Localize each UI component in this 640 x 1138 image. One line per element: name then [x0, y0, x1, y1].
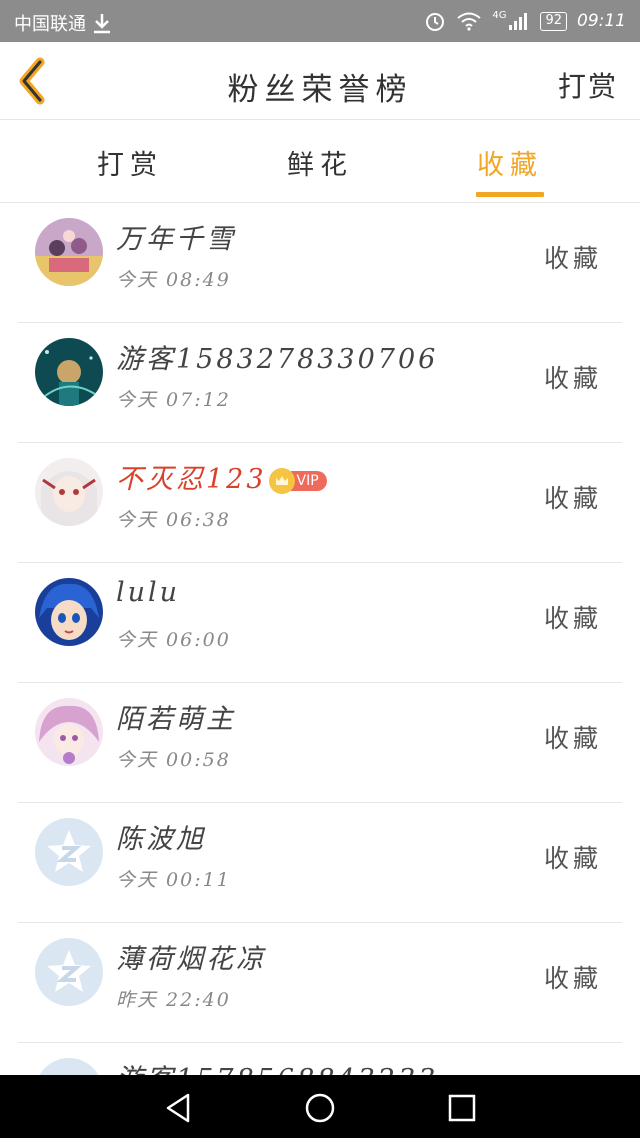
user-name: lulu — [116, 577, 181, 608]
user-name-text: 不灭忍123 — [116, 464, 267, 495]
clock: 09:11 — [577, 11, 626, 31]
vip-badge: VIP — [290, 470, 327, 491]
list-item[interactable]: 万年千雪 今天 08:49 收藏 — [18, 203, 622, 323]
list-item[interactable]: 游客1583278330706 今天 07:12 收藏 — [18, 323, 622, 443]
avatar — [35, 818, 103, 886]
favorite-label: 收藏 — [543, 844, 602, 873]
timestamp: 今天 00:11 — [116, 869, 231, 891]
list-item[interactable]: 游客1578568843233 — [18, 1043, 622, 1075]
header: 粉丝荣誉榜 打赏 — [0, 42, 640, 120]
timestamp: 今天 06:00 — [116, 629, 231, 651]
tab-favorites[interactable]: 收藏 — [460, 143, 560, 182]
timestamp: 今天 07:12 — [116, 389, 231, 411]
favorite-label: 收藏 — [543, 484, 602, 513]
network-type: 4G — [492, 9, 507, 21]
timestamp: 昨天 22:40 — [116, 989, 231, 1011]
user-name: 游客1583278330706 — [116, 344, 439, 375]
avatar — [35, 578, 103, 646]
list-item[interactable]: 陌若萌主 今天 00:58 收藏 — [18, 683, 622, 803]
avatar — [35, 338, 103, 406]
triangle-back-icon — [166, 1093, 190, 1123]
user-name: 游客1578568843233 — [116, 1057, 438, 1075]
avatar — [35, 218, 103, 286]
list-item[interactable]: 陈波旭 今天 00:11 收藏 — [18, 803, 622, 923]
list-item[interactable]: lulu 今天 06:00 收藏 — [18, 563, 622, 683]
circle-home-icon — [305, 1093, 335, 1123]
page-title: 粉丝荣誉榜 — [227, 72, 413, 108]
carrier-name: 中国联通 — [14, 14, 86, 35]
system-nav-bar — [0, 1075, 640, 1138]
timestamp: 今天 00:58 — [116, 749, 231, 771]
list-item[interactable]: 薄荷烟花凉 昨天 22:40 收藏 — [18, 923, 622, 1043]
avatar — [35, 1058, 103, 1075]
signal-icon — [509, 13, 528, 30]
user-name: 万年千雪 — [116, 224, 236, 255]
list-item[interactable]: 不灭忍123 VIP 今天 06:38 收藏 — [18, 443, 622, 563]
user-name: 薄荷烟花凉 — [116, 944, 266, 975]
timestamp: 今天 06:38 — [116, 509, 231, 531]
nav-home-button[interactable] — [303, 1091, 337, 1125]
reward-button[interactable]: 打赏 — [558, 65, 618, 105]
favorite-label: 收藏 — [543, 964, 602, 993]
fan-list: 万年千雪 今天 08:49 收藏 游客1583278330706 今天 07:1… — [18, 203, 622, 1075]
status-bar-right: 4G 92 09:11 — [424, 10, 626, 32]
favorite-label: 收藏 — [543, 364, 602, 393]
user-name: 陌若萌主 — [116, 704, 236, 735]
status-bar-left: 中国联通 — [14, 10, 112, 36]
user-name: 不灭忍123 VIP — [116, 457, 327, 496]
favorite-label: 收藏 — [543, 604, 602, 633]
user-name: 陈波旭 — [116, 824, 206, 855]
status-bar: 中国联通 4G 92 09:11 — [0, 0, 640, 42]
alarm-icon — [426, 13, 445, 31]
tab-bar: 打赏 鲜花 收藏 — [0, 121, 640, 203]
tab-reward[interactable]: 打赏 — [80, 143, 180, 182]
avatar — [35, 458, 103, 526]
battery-level: 92 — [540, 11, 567, 31]
favorite-label: 收藏 — [543, 724, 602, 753]
nav-recent-button[interactable] — [445, 1091, 479, 1125]
tab-flowers[interactable]: 鲜花 — [270, 143, 370, 182]
crown-icon — [268, 467, 295, 494]
timestamp: 今天 08:49 — [116, 269, 231, 291]
square-recent-icon — [448, 1094, 476, 1122]
avatar — [35, 698, 103, 766]
wifi-icon — [457, 12, 481, 31]
tab-indicator — [476, 192, 544, 197]
avatar — [35, 938, 103, 1006]
download-icon — [94, 14, 110, 34]
nav-back-button[interactable] — [162, 1091, 196, 1125]
favorite-label: 收藏 — [543, 244, 602, 273]
